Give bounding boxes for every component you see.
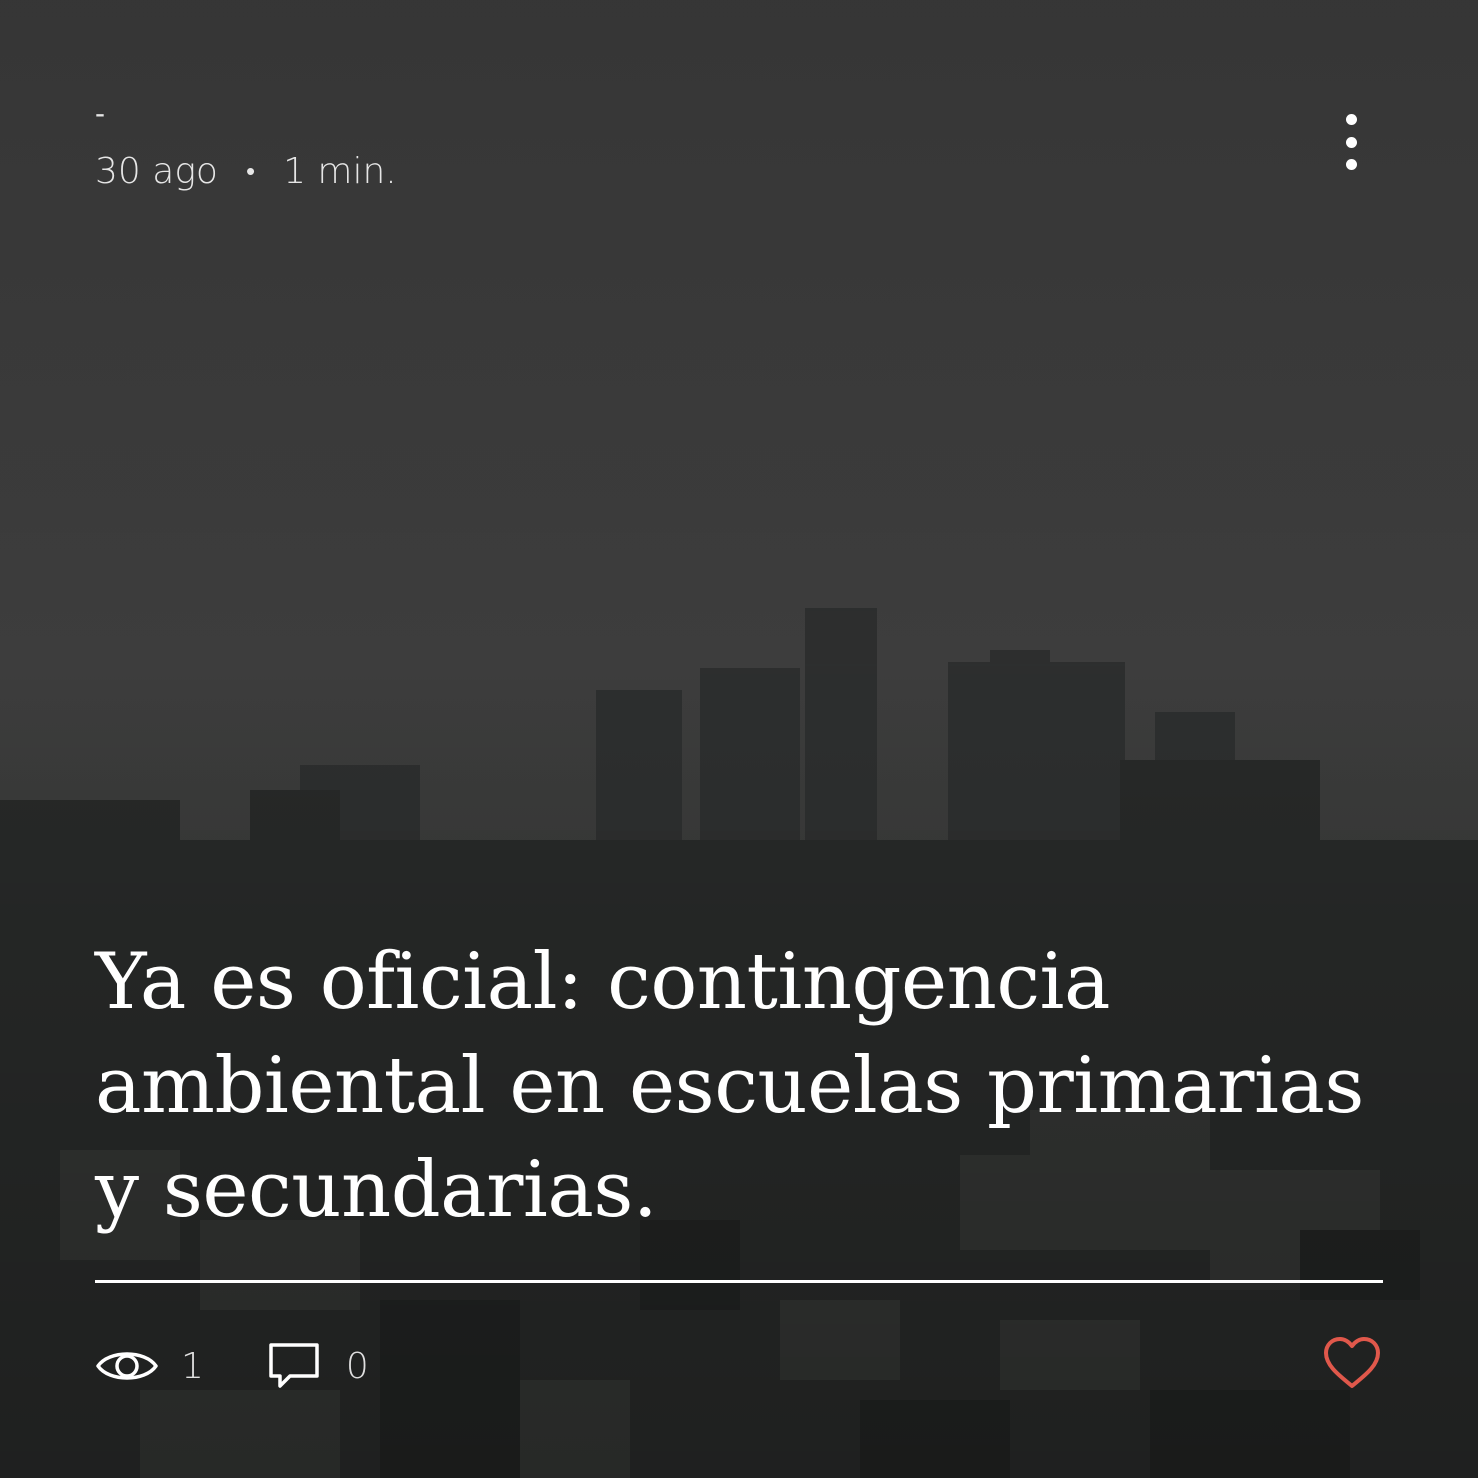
comment-bubble-icon xyxy=(269,1343,319,1388)
meta-separator: • xyxy=(245,157,256,187)
views-stat: 1 xyxy=(95,1344,204,1388)
post-title[interactable]: Ya es oficial: contingencia ambiental en… xyxy=(95,930,1395,1242)
post-meta: 30 ago • 1 min. xyxy=(95,150,397,194)
divider xyxy=(95,1280,1383,1283)
views-count: 1 xyxy=(181,1345,204,1387)
post-date: 30 ago xyxy=(95,151,218,192)
comments-count: 0 xyxy=(345,1345,369,1387)
blog-post-card[interactable]: - 30 ago • 1 min. Ya es oficial: conting… xyxy=(0,0,1478,1478)
image-overlay xyxy=(0,0,1478,1478)
more-dot xyxy=(1345,114,1357,125)
heart-icon[interactable] xyxy=(1322,1336,1382,1390)
post-stats: 1 0 xyxy=(95,1336,369,1396)
more-dot xyxy=(1345,159,1357,170)
comments-stat[interactable]: 0 xyxy=(268,1342,369,1390)
eye-icon xyxy=(96,1352,158,1380)
more-options-icon[interactable] xyxy=(1326,114,1376,170)
more-dot xyxy=(1345,136,1357,148)
author-name[interactable]: - xyxy=(95,96,105,132)
read-time: 1 min. xyxy=(283,151,397,192)
